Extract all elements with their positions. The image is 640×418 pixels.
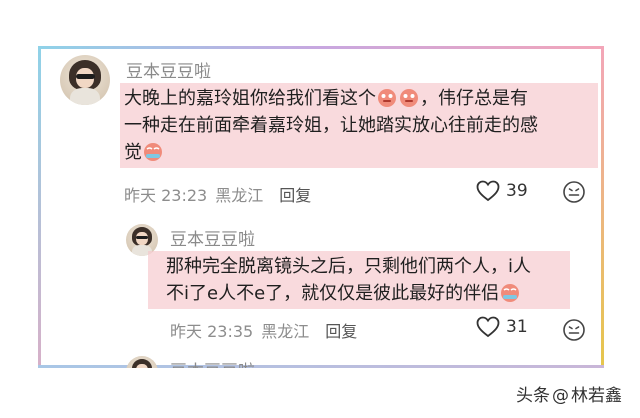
reply-button[interactable]: 回复 — [325, 322, 357, 341]
like-button[interactable]: 39 — [476, 180, 528, 202]
like-button[interactable]: 31 — [476, 316, 528, 338]
frame-border-bottom — [38, 365, 604, 368]
comment-text-line: 觉 — [124, 142, 142, 163]
comment-thread-frame: 豆本豆豆啦 大晚上的嘉玲姐你给我们看这个 ，伟仔总是有 一种走在前面牵着嘉玲姐，让… — [38, 46, 604, 368]
comment-username[interactable]: 豆本豆豆啦 — [170, 225, 255, 250]
comment-text: 大晚上的嘉玲姐你给我们看这个 ，伟仔总是有 一种走在前面牵着嘉玲姐，让她踏实放心往… — [120, 83, 598, 168]
comment-text-line: 一种走在前面牵着嘉玲姐，让她踏实放心往前走的感 — [124, 115, 538, 136]
crying-face-emoji-icon — [501, 284, 520, 302]
crying-face-emoji-icon — [400, 89, 418, 107]
frame-border-top — [38, 46, 604, 49]
comment-location: 黑龙江 — [215, 186, 264, 205]
crying-face-emoji-icon — [144, 143, 162, 161]
frame-border-left — [38, 46, 41, 368]
comment-meta: 昨天 23:35 黑龙江 回复 — [170, 318, 365, 342]
emoji-reaction-icon[interactable] — [562, 318, 586, 342]
watermark-author: 林若鑫 — [571, 386, 622, 406]
comment-meta: 昨天 23:23 黑龙江 回复 — [124, 182, 319, 206]
comment-username[interactable]: 豆本豆豆啦 — [170, 357, 255, 368]
heart-icon — [476, 316, 500, 338]
heart-icon — [476, 180, 500, 202]
comment-username[interactable]: 豆本豆豆啦 — [126, 57, 211, 82]
comment-time: 昨天 23:35 — [170, 322, 254, 341]
comment-text-line: 不i了e人不e了，就仅仅是彼此最好的伴侣 — [166, 283, 500, 304]
emoji-reaction-icon[interactable] — [562, 180, 586, 204]
reply-button[interactable]: 回复 — [279, 186, 311, 205]
comment-location: 黑龙江 — [261, 322, 310, 341]
comment-text-line: 大晚上的嘉玲姐你给我们看这个 — [124, 88, 376, 109]
crying-face-emoji-icon — [378, 89, 396, 107]
like-count: 39 — [506, 181, 528, 201]
comment-text: 那种完全脱离镜头之后，只剩他们两个人，i人 不i了e人不e了，就仅仅是彼此最好的… — [148, 251, 570, 309]
comment-text-line: 那种完全脱离镜头之后，只剩他们两个人，i人 — [166, 256, 531, 277]
comment-time: 昨天 23:23 — [124, 186, 208, 205]
avatar[interactable] — [60, 55, 110, 105]
like-count: 31 — [506, 317, 528, 337]
watermark: 头条 @ 林若鑫 — [516, 381, 622, 406]
frame-border-right — [601, 46, 604, 368]
watermark-at: @ — [552, 386, 569, 406]
avatar[interactable] — [126, 356, 158, 368]
comment-text-line: ，伟仔总是有 — [420, 88, 528, 109]
watermark-prefix: 头条 — [516, 386, 550, 406]
